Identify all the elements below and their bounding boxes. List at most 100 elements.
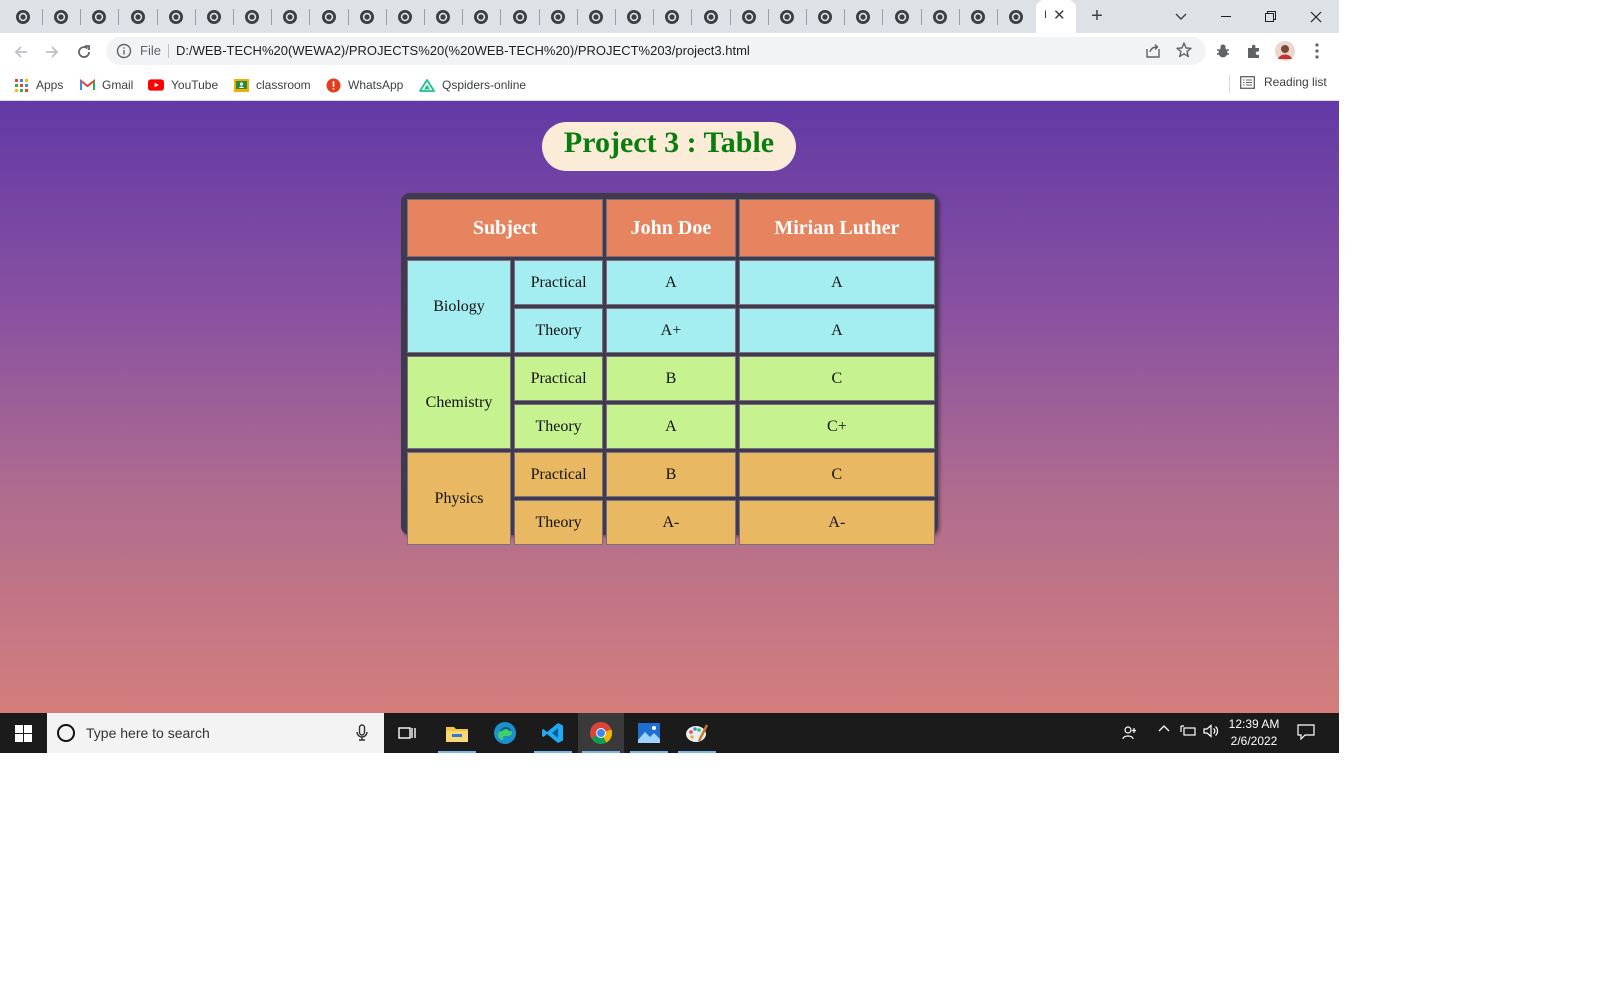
table-header-row: Subject John Doe Mirian Luther	[407, 199, 935, 257]
browser-tab[interactable]	[768, 0, 806, 33]
people-icon	[1122, 726, 1136, 740]
reading-list-button[interactable]: Reading list	[1240, 75, 1327, 89]
browser-tab[interactable]	[462, 0, 500, 33]
forward-button[interactable]	[41, 41, 63, 63]
bookmark-apps[interactable]: Apps	[13, 75, 63, 95]
browser-tab[interactable]	[692, 0, 730, 33]
reload-button[interactable]	[73, 41, 95, 63]
browser-tab[interactable]	[844, 0, 882, 33]
browser-tab[interactable]	[806, 0, 844, 33]
globe-favicon-icon	[207, 9, 221, 24]
browser-tab[interactable]	[80, 0, 118, 33]
browser-tab[interactable]	[959, 0, 997, 33]
start-button[interactable]	[0, 713, 47, 753]
vscode-icon	[542, 723, 563, 743]
url-text[interactable]: D:/WEB-TECH%20(WEWA2)/PROJECTS%20(%20WEB…	[176, 43, 750, 58]
browser-tab[interactable]	[348, 0, 386, 33]
bookmark-star-icon[interactable]	[1175, 41, 1193, 59]
paint-button[interactable]	[674, 713, 720, 753]
bookmarks-bar: Apps Gmail YouTube classroom WhatsApp Qs…	[0, 69, 1339, 101]
minimize-button[interactable]	[1203, 0, 1248, 33]
browser-tab[interactable]	[730, 0, 768, 33]
chevron-up-icon	[1158, 725, 1170, 732]
clock-date: 2/6/2022	[1230, 734, 1278, 748]
browser-tab[interactable]	[157, 0, 195, 33]
reload-icon	[78, 45, 90, 58]
browser-tab[interactable]	[501, 0, 539, 33]
new-tab-button[interactable]: +	[1085, 4, 1109, 28]
chrome-button[interactable]	[578, 713, 624, 753]
running-indicator	[678, 751, 716, 753]
bookmark-youtube[interactable]: YouTube	[148, 75, 218, 95]
people-button[interactable]	[1122, 724, 1138, 740]
avatar-icon	[1275, 41, 1295, 61]
bookmark-label: YouTube	[171, 78, 219, 92]
microphone-icon[interactable]	[356, 724, 368, 742]
volume-button[interactable]	[1203, 724, 1220, 738]
address-bar[interactable]: File D:/WEB-TECH%20(WEWA2)/PROJECTS%20(%…	[106, 37, 1206, 65]
bookmark-label: Apps	[36, 78, 64, 92]
photos-button[interactable]	[626, 713, 672, 753]
browser-tab[interactable]	[883, 0, 921, 33]
clock-time: 12:39 AM	[1228, 717, 1280, 731]
restore-button[interactable]	[1248, 0, 1293, 33]
task-view-button[interactable]	[384, 713, 430, 753]
bookmark-label: Gmail	[102, 78, 134, 92]
clock[interactable]: 12:39 AM 2/6/2022	[1228, 716, 1280, 750]
browser-tab[interactable]	[577, 0, 615, 33]
globe-favicon-icon	[894, 9, 909, 24]
qspiders-icon	[419, 77, 435, 93]
globe-favicon-icon	[474, 9, 489, 24]
share-icon[interactable]	[1144, 42, 1162, 60]
globe-favicon-icon	[512, 9, 527, 24]
taskbar-search-box[interactable]: Type here to search	[47, 713, 384, 753]
arrow-right-icon	[46, 46, 59, 58]
grade-table: Subject John Doe Mirian Luther Biology P…	[404, 196, 938, 548]
active-tab[interactable]: I ✕	[1036, 0, 1076, 33]
extensions-button[interactable]	[1244, 41, 1264, 61]
browser-tab[interactable]	[119, 0, 157, 33]
browser-tab[interactable]	[539, 0, 577, 33]
browser-tab[interactable]	[195, 0, 233, 33]
globe-favicon-icon	[856, 9, 871, 24]
profile-avatar[interactable]	[1275, 41, 1295, 61]
file-explorer-icon	[446, 727, 468, 742]
bookmark-label: Qspiders-online	[442, 78, 527, 92]
running-indicator	[630, 751, 668, 753]
close-window-button[interactable]	[1293, 0, 1338, 33]
file-explorer-button[interactable]	[434, 713, 480, 753]
bookmark-qspiders[interactable]: Qspiders-online	[419, 75, 526, 95]
browser-tab[interactable]	[310, 0, 348, 33]
browser-tab[interactable]	[653, 0, 691, 33]
browser-tab[interactable]	[921, 0, 959, 33]
vscode-button[interactable]	[530, 713, 576, 753]
back-button[interactable]	[10, 41, 32, 63]
browser-tab[interactable]	[997, 0, 1035, 33]
subject-cell-chemistry: Chemistry	[407, 356, 511, 449]
bookmark-gmail[interactable]: Gmail	[79, 75, 133, 95]
network-button[interactable]	[1180, 724, 1196, 738]
browser-tab[interactable]	[42, 0, 80, 33]
browser-tab[interactable]	[271, 0, 309, 33]
extension-bug-button[interactable]	[1213, 41, 1233, 61]
info-icon[interactable]	[116, 43, 132, 59]
arrow-left-icon	[14, 46, 27, 58]
globe-favicon-icon	[703, 9, 718, 24]
grade-cell-john: A	[606, 404, 736, 449]
browser-tab[interactable]	[424, 0, 462, 33]
bookmark-label: WhatsApp	[348, 78, 404, 92]
browser-tab[interactable]	[386, 0, 424, 33]
bookmark-whatsapp[interactable]: WhatsApp	[325, 75, 403, 95]
show-hidden-icons-button[interactable]	[1158, 724, 1170, 732]
bookmark-classroom[interactable]: classroom	[233, 75, 311, 95]
tab-close-icon[interactable]: ✕	[1053, 8, 1066, 23]
edge-button[interactable]	[482, 713, 528, 753]
table-row: Physics Practical B C	[407, 452, 935, 545]
header-mirian-luther: Mirian Luther	[738, 199, 935, 257]
browser-tab[interactable]	[233, 0, 271, 33]
action-center-button[interactable]	[1297, 724, 1315, 740]
chrome-menu-button[interactable]	[1307, 41, 1327, 61]
tab-search-button[interactable]	[1158, 0, 1203, 33]
browser-tab[interactable]	[615, 0, 653, 33]
browser-tab[interactable]	[4, 0, 42, 33]
